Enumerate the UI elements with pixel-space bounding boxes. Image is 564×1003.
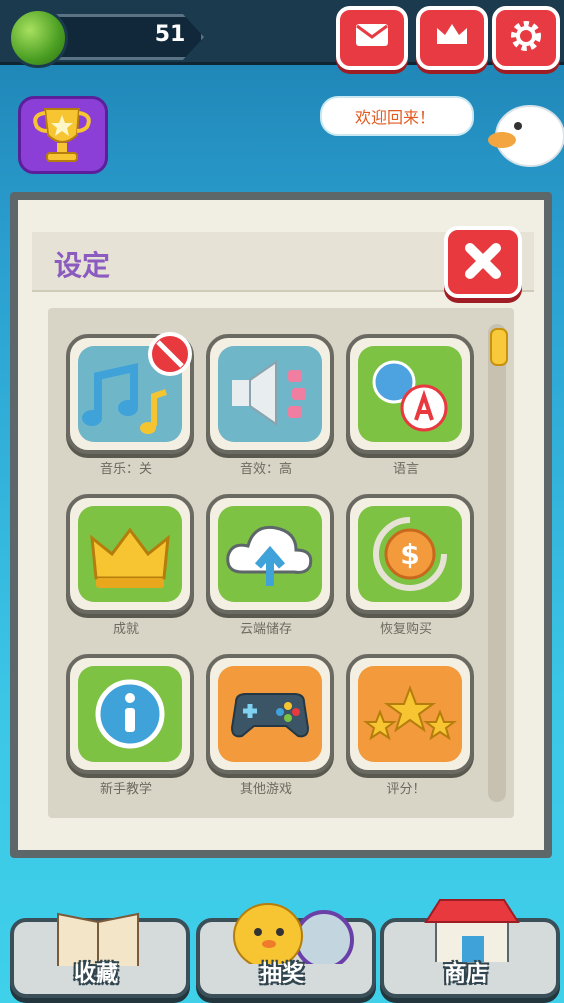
rate-button[interactable] xyxy=(346,654,474,774)
cloud-save-label: 云端储存 xyxy=(239,622,292,637)
language-label: 语言 xyxy=(392,462,419,477)
greeting-text: 欢迎回来！ xyxy=(354,108,435,127)
restore-purchase-label: 恢复购买 xyxy=(379,622,432,637)
panel-title: 设定 xyxy=(54,249,111,282)
gamepad-icon xyxy=(230,693,310,738)
restore-purchase-icon: $ xyxy=(373,517,447,591)
cloud-save-button[interactable] xyxy=(206,494,334,614)
lottery-label: 抽奖 xyxy=(259,962,304,987)
other-games-label: 其他游戏 xyxy=(239,782,292,797)
shop-label: 商店 xyxy=(443,962,488,987)
sound-label: 音效：高 xyxy=(239,462,292,477)
trophy-icon xyxy=(33,108,91,162)
duck-mascot xyxy=(488,105,564,167)
collection-label: 收藏 xyxy=(73,962,118,987)
tutorial-button[interactable] xyxy=(66,654,194,774)
gear-icon xyxy=(511,21,541,51)
cloud-upload-icon xyxy=(226,525,313,586)
mail-button[interactable] xyxy=(336,6,408,70)
close-button[interactable] xyxy=(444,226,522,298)
info-icon xyxy=(95,679,165,749)
achievements-label: 成就 xyxy=(112,622,139,637)
music-label: 音乐：关 xyxy=(99,462,152,477)
scrollbar-thumb[interactable] xyxy=(490,328,508,366)
achievements-button[interactable] xyxy=(66,494,194,614)
trophy-button[interactable] xyxy=(18,96,108,174)
mail-icon xyxy=(356,24,388,46)
language-button[interactable] xyxy=(346,334,474,454)
crown-icon xyxy=(437,24,467,44)
settings-button[interactable] xyxy=(492,6,560,70)
scrollbar-track[interactable] xyxy=(488,324,506,802)
shop-icon xyxy=(424,899,520,962)
svg-text:$: $ xyxy=(400,538,419,571)
level-number: 51 xyxy=(154,22,186,47)
disabled-badge-icon xyxy=(148,332,192,376)
chick-icon xyxy=(233,903,354,964)
sound-toggle-button[interactable] xyxy=(206,334,334,454)
language-icon xyxy=(372,360,448,432)
stars-icon xyxy=(363,685,457,741)
planet-icon xyxy=(8,8,68,68)
restore-purchase-button[interactable]: $ xyxy=(346,494,474,614)
crown-icon xyxy=(90,527,170,588)
rate-label: 评分！ xyxy=(386,782,426,797)
speaker-icon xyxy=(232,360,306,426)
tutorial-label: 新手教学 xyxy=(99,782,152,797)
other-games-button[interactable] xyxy=(206,654,334,774)
crown-button[interactable] xyxy=(416,6,488,70)
close-icon xyxy=(465,243,501,279)
